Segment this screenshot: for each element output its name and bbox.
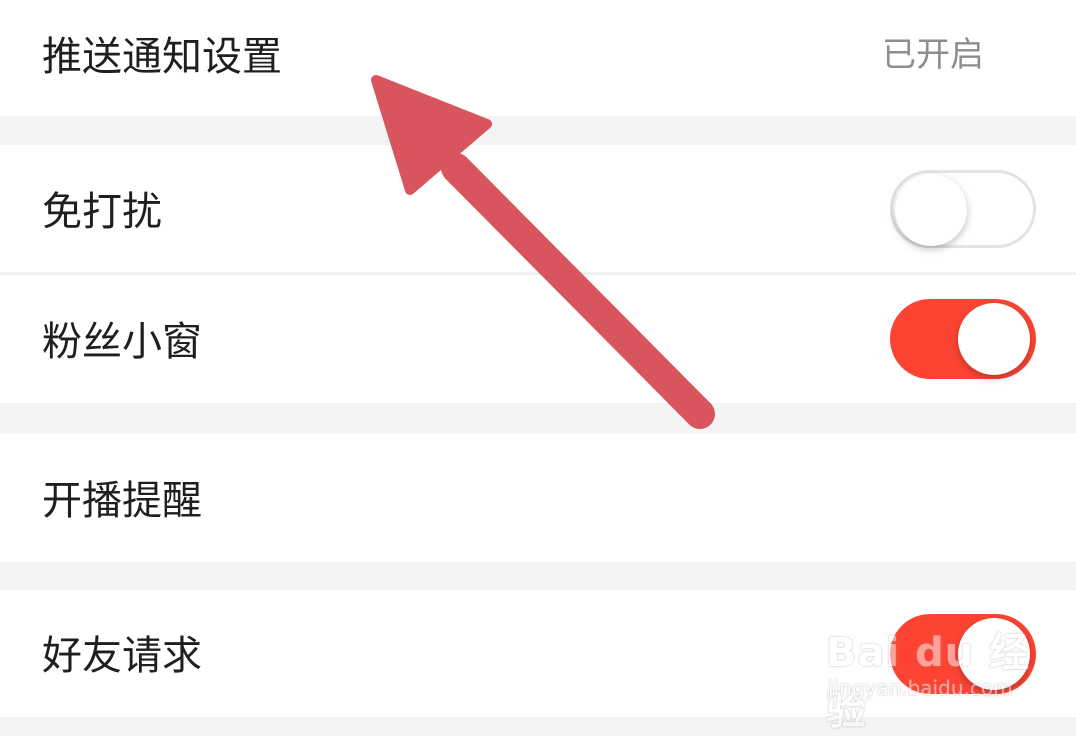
toggle-fan-window[interactable] [890,299,1036,379]
toggle-knob [958,618,1030,690]
setting-label-fan-window: 粉丝小窗 [42,319,202,365]
setting-label-do-not-disturb: 免打扰 [42,189,162,235]
setting-row-push-notifications[interactable]: 推送通知设置 已开启 [0,0,1076,116]
setting-row-friend-request: 好友请求 [0,590,1076,717]
setting-row-do-not-disturb: 免打扰 [0,145,1076,272]
toggle-friend-request[interactable] [890,614,1036,694]
toggle-do-not-disturb[interactable] [890,170,1036,248]
toggle-knob [958,303,1030,375]
setting-label-live-reminder: 开播提醒 [42,478,202,524]
setting-label-friend-request: 好友请求 [42,633,202,679]
setting-row-fan-window: 粉丝小窗 [0,275,1076,403]
toggle-knob [895,174,967,246]
setting-label-push-notifications: 推送通知设置 [42,34,282,80]
setting-value-push-notifications: 已开启 [882,35,984,75]
setting-row-live-reminder[interactable]: 开播提醒 [0,434,1076,562]
